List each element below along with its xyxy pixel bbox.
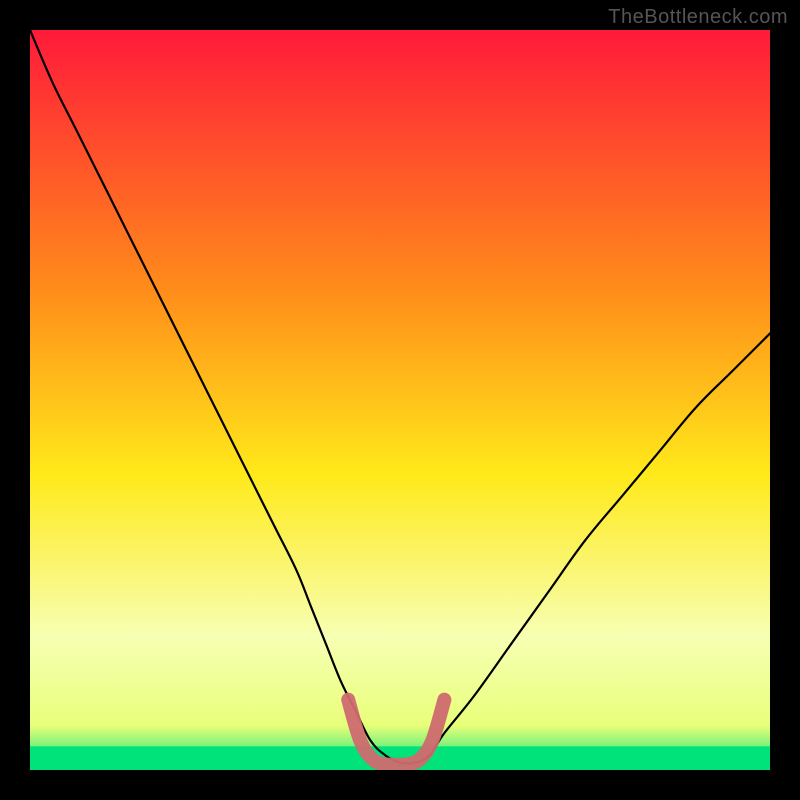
chart-frame: TheBottleneck.com (0, 0, 800, 800)
gradient-background (30, 30, 770, 770)
watermark-text: TheBottleneck.com (608, 6, 788, 29)
chart-svg (30, 30, 770, 770)
plot-area (30, 30, 770, 770)
